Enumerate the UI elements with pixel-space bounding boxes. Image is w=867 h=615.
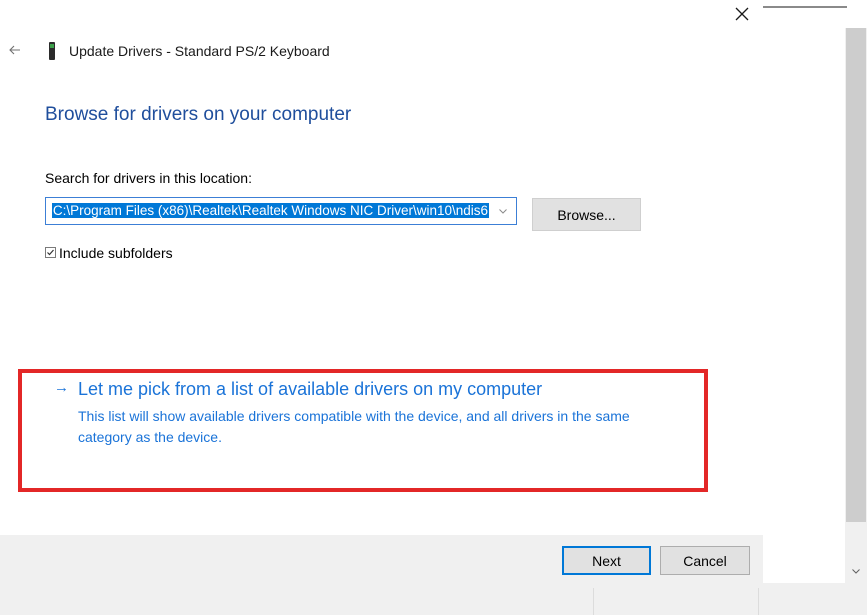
scrollbar-thumb[interactable] [846, 28, 866, 522]
search-location-label: Search for drivers in this location: [45, 170, 252, 186]
vertical-scrollbar[interactable] [845, 28, 867, 583]
close-icon [735, 7, 749, 21]
page-heading: Browse for drivers on your computer [45, 104, 352, 125]
include-subfolders-checkbox[interactable] [45, 247, 56, 258]
keyboard-device-icon [49, 42, 55, 60]
cancel-button[interactable]: Cancel [660, 546, 750, 575]
window-title: Update Drivers - Standard PS/2 Keyboard [69, 43, 330, 59]
driver-path-combobox[interactable]: C:\Program Files (x86)\Realtek\Realtek W… [45, 197, 517, 225]
browse-button[interactable]: Browse... [532, 198, 641, 231]
scroll-down-icon[interactable] [845, 565, 867, 577]
status-bar-divider [593, 588, 594, 615]
include-subfolders-label[interactable]: Include subfolders [59, 245, 173, 261]
driver-path-input[interactable]: C:\Program Files (x86)\Realtek\Realtek W… [47, 201, 489, 221]
checkmark-icon [47, 249, 54, 256]
next-button[interactable]: Next [562, 546, 651, 575]
update-drivers-dialog: Update Drivers - Standard PS/2 Keyboard … [0, 0, 763, 615]
close-button[interactable] [727, 0, 757, 28]
link-arrow-icon[interactable]: → [54, 379, 69, 396]
background-status-bar [0, 583, 867, 615]
back-arrow-icon [9, 45, 20, 55]
background-divider [763, 6, 847, 8]
back-button[interactable] [6, 42, 24, 58]
pick-from-list-description[interactable]: This list will show available drivers co… [78, 406, 678, 448]
driver-path-value: C:\Program Files (x86)\Realtek\Realtek W… [51, 203, 489, 218]
status-bar-divider [758, 588, 759, 615]
chevron-down-icon[interactable] [492, 198, 514, 224]
pick-from-list-link[interactable]: Let me pick from a list of available dri… [78, 379, 542, 400]
